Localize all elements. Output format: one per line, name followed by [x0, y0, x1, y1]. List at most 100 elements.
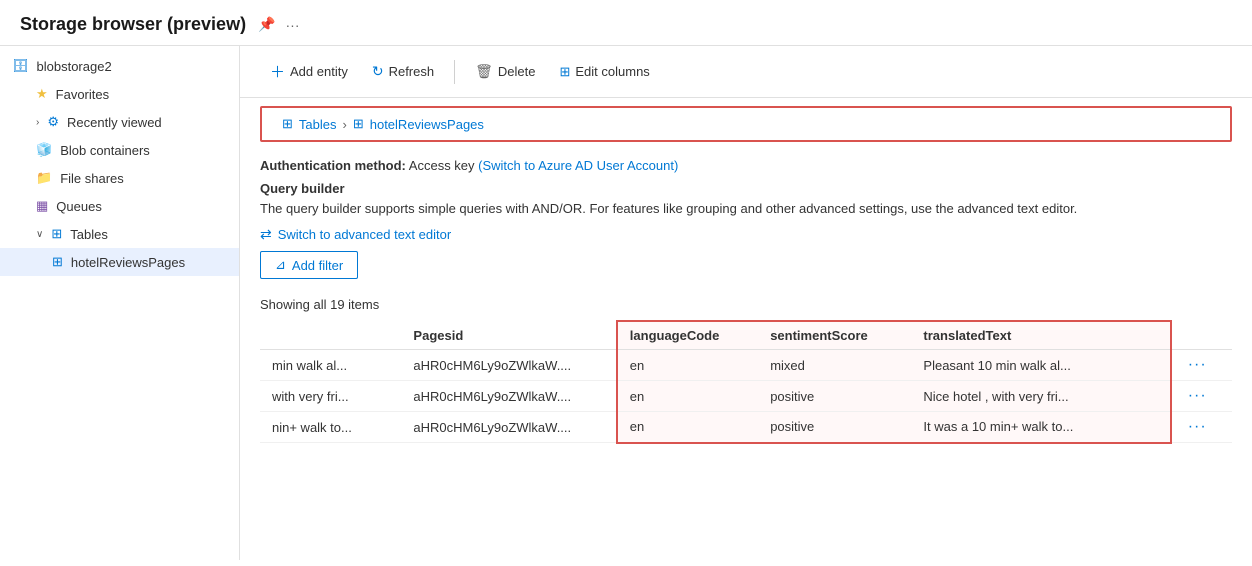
cell-lang-1: en: [617, 381, 758, 412]
header-row: Pagesid languageCode sentimentScore tran…: [260, 321, 1232, 350]
auth-switch-link[interactable]: (Switch to Azure AD User Account): [478, 158, 678, 173]
add-entity-button[interactable]: ＋ Add entity: [260, 56, 358, 87]
table-row: min walk al... aHR0cHM6Ly9oZWlkaW.... en…: [260, 350, 1232, 381]
sidebar-item-favorites[interactable]: ★ Favorites: [0, 80, 239, 108]
pin-icon[interactable]: 📌: [258, 16, 275, 33]
cell-actions-2[interactable]: ···: [1171, 412, 1232, 443]
col-header-translated: translatedText: [911, 321, 1170, 350]
col-header-prefix: [260, 321, 401, 350]
content-area: ＋ Add entity ↻ Refresh 🗑 Delete ⊞ Edit c…: [240, 46, 1252, 560]
add-filter-label: Add filter: [292, 258, 343, 273]
tables-chevron: ∨: [36, 229, 43, 240]
cell-actions-1[interactable]: ···: [1171, 381, 1232, 412]
table-row: with very fri... aHR0cHM6Ly9oZWlkaW.... …: [260, 381, 1232, 412]
sidebar: 🗄 blobstorage2 ★ Favorites › ⚙ Recently …: [0, 46, 240, 560]
cell-prefix-0: min walk al...: [260, 350, 401, 381]
edit-columns-icon: ⊞: [559, 64, 570, 80]
switch-icon: ⇄: [260, 226, 272, 243]
sidebar-item-queues[interactable]: ▦ Queues: [0, 192, 239, 220]
app-header: Storage browser (preview) 📌 ···: [0, 0, 1252, 46]
row-actions-2[interactable]: ···: [1184, 418, 1211, 436]
tables-label: Tables: [70, 227, 108, 242]
tables-bc-icon: ⊞: [282, 116, 293, 132]
cell-pagesid-0: aHR0cHM6Ly9oZWlkaW....: [401, 350, 616, 381]
toolbar-divider: [454, 60, 455, 84]
delete-icon: 🗑: [475, 63, 493, 80]
cell-translated-0: Pleasant 10 min walk al...: [911, 350, 1170, 381]
header-icons: 📌 ···: [258, 16, 299, 33]
tables-icon: ⊞: [51, 226, 62, 242]
file-icon: 📁: [36, 170, 52, 186]
hotel-reviews-label: hotelReviewsPages: [71, 255, 185, 270]
cell-sentiment-2: positive: [758, 412, 911, 443]
cell-translated-1: Nice hotel , with very fri...: [911, 381, 1170, 412]
cell-prefix-1: with very fri...: [260, 381, 401, 412]
add-filter-button[interactable]: ⊿ Add filter: [260, 251, 358, 279]
queues-label: Queues: [56, 199, 102, 214]
table-header: Pagesid languageCode sentimentScore tran…: [260, 321, 1232, 350]
refresh-label: Refresh: [389, 64, 435, 79]
cell-translated-2: It was a 10 min+ walk to...: [911, 412, 1170, 443]
tables-breadcrumb-link[interactable]: Tables: [299, 117, 337, 132]
current-bc-icon: ⊞: [353, 116, 364, 132]
refresh-button[interactable]: ↻ Refresh: [362, 58, 444, 85]
edit-columns-label: Edit columns: [575, 64, 649, 79]
cell-lang-2: en: [617, 412, 758, 443]
sidebar-item-storage[interactable]: 🗄 blobstorage2: [0, 52, 239, 80]
gear-icon: ⚙: [47, 114, 59, 130]
sidebar-item-file-shares[interactable]: 📁 File shares: [0, 164, 239, 192]
switch-editor-row[interactable]: ⇄ Switch to advanced text editor: [260, 226, 1232, 243]
showing-label: Showing all 19 items: [240, 293, 1252, 320]
cell-lang-0: en: [617, 350, 758, 381]
main-layout: 🗄 blobstorage2 ★ Favorites › ⚙ Recently …: [0, 46, 1252, 560]
recently-viewed-label: Recently viewed: [67, 115, 162, 130]
auth-label: Authentication method:: [260, 158, 406, 173]
info-section: Authentication method: Access key (Switc…: [240, 150, 1252, 293]
file-shares-label: File shares: [60, 171, 124, 186]
blob-icon: 🧊: [36, 142, 52, 158]
breadcrumb-separator: ›: [342, 117, 346, 132]
delete-button[interactable]: 🗑 Delete: [465, 58, 545, 85]
auth-value: Access key: [409, 158, 478, 173]
filter-icon: ⊿: [275, 257, 286, 273]
edit-columns-button[interactable]: ⊞ Edit columns: [549, 59, 659, 85]
queue-icon: ▦: [36, 198, 48, 214]
add-icon: ＋: [270, 61, 285, 82]
cell-prefix-2: nin+ walk to...: [260, 412, 401, 443]
storage-account-label: blobstorage2: [37, 59, 112, 74]
data-table-wrapper: Pagesid languageCode sentimentScore tran…: [240, 320, 1252, 444]
refresh-icon: ↻: [372, 63, 384, 80]
auth-line: Authentication method: Access key (Switc…: [260, 158, 1232, 173]
sidebar-item-recently-viewed[interactable]: › ⚙ Recently viewed: [0, 108, 239, 136]
star-icon: ★: [36, 86, 48, 102]
cell-pagesid-1: aHR0cHM6Ly9oZWlkaW....: [401, 381, 616, 412]
row-actions-1[interactable]: ···: [1184, 387, 1211, 405]
recently-chevron: ›: [36, 117, 39, 128]
cell-sentiment-0: mixed: [758, 350, 911, 381]
add-entity-label: Add entity: [290, 64, 348, 79]
breadcrumb: ⊞ Tables › ⊞ hotelReviewsPages: [260, 106, 1232, 142]
query-builder-title: Query builder: [260, 181, 1232, 196]
table-body: min walk al... aHR0cHM6Ly9oZWlkaW.... en…: [260, 350, 1232, 443]
sidebar-item-hotel-reviews[interactable]: ⊞ hotelReviewsPages: [0, 248, 239, 276]
current-breadcrumb[interactable]: hotelReviewsPages: [370, 117, 484, 132]
col-header-language: languageCode: [617, 321, 758, 350]
col-header-sentiment: sentimentScore: [758, 321, 911, 350]
blob-label: Blob containers: [60, 143, 150, 158]
app-title: Storage browser (preview): [20, 14, 246, 35]
favorites-label: Favorites: [56, 87, 109, 102]
sidebar-item-tables[interactable]: ∨ ⊞ Tables: [0, 220, 239, 248]
more-icon[interactable]: ···: [286, 17, 300, 33]
cell-sentiment-1: positive: [758, 381, 911, 412]
col-header-actions: [1171, 321, 1232, 350]
sidebar-item-blob[interactable]: 🧊 Blob containers: [0, 136, 239, 164]
cell-pagesid-2: aHR0cHM6Ly9oZWlkaW....: [401, 412, 616, 443]
data-table: Pagesid languageCode sentimentScore tran…: [260, 320, 1232, 444]
row-actions-0[interactable]: ···: [1184, 356, 1211, 374]
table-row: nin+ walk to... aHR0cHM6Ly9oZWlkaW.... e…: [260, 412, 1232, 443]
switch-editor-label: Switch to advanced text editor: [278, 227, 451, 242]
col-header-pagesid: Pagesid: [401, 321, 616, 350]
cell-actions-0[interactable]: ···: [1171, 350, 1232, 381]
delete-label: Delete: [498, 64, 536, 79]
query-builder-desc: The query builder supports simple querie…: [260, 200, 1232, 218]
